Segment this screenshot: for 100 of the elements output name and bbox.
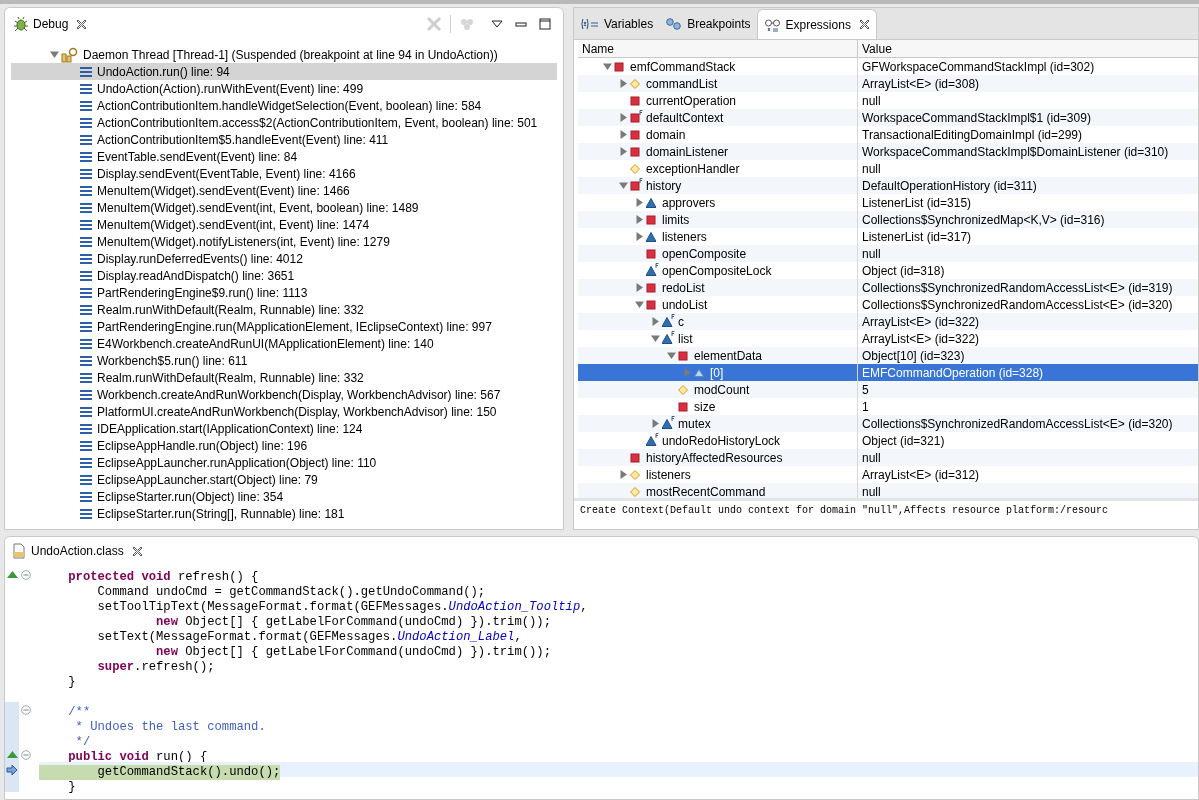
dots-icon[interactable] <box>459 16 475 32</box>
stack-frame[interactable]: PlatformUI.createAndRunWorkbench(Display, WorkbenchAdvisor) line: 150 <box>11 403 557 420</box>
collapse-arrow-icon[interactable] <box>49 50 59 59</box>
expand-arrow-icon[interactable] <box>634 215 644 224</box>
breakpoints-icon <box>665 18 684 30</box>
stack-frame-icon <box>79 82 93 95</box>
stack-frame-icon <box>79 371 93 384</box>
variable-row[interactable]: domainListener WorkspaceCommandStackImpl$DomainListener (id=310) <box>578 143 1198 160</box>
variables-icon <box>580 18 600 30</box>
variable-row[interactable]: historyAffectedResources null <box>578 449 1198 466</box>
expand-arrow-icon[interactable] <box>634 232 644 241</box>
expand-arrow-icon[interactable] <box>618 130 628 139</box>
stack-frame-icon <box>79 269 93 282</box>
code-line: new Object[] { getLabelForCommand(undoCmd) }).trim()); <box>155 615 551 630</box>
variable-row[interactable]: openComposite null <box>578 245 1198 262</box>
stack-frame[interactable]: PartRenderingEngine$9.run() line: 1113 <box>11 284 557 301</box>
stack-frame[interactable]: ActionContributionItem.handleWidgetSelection(Event, boolean) line: 584 <box>11 97 557 114</box>
view-tab[interactable]: Expressions <box>756 9 877 39</box>
variable-row[interactable]: [0] EMFCommandOperation (id=328) <box>578 364 1198 381</box>
thread-icon <box>61 46 79 63</box>
stack-frame-icon <box>79 337 93 350</box>
stack-frame[interactable]: ActionContributionItem$5.handleEvent(Event) line: 411 <box>11 131 557 148</box>
code-line: super.refresh(); <box>96 660 215 675</box>
stack-frame[interactable]: Display.sendEvent(EventTable, Event) line: 4166 <box>11 165 557 182</box>
stack-frame-icon <box>79 490 93 503</box>
code-line: new Object[] { getLabelForCommand(undoCmd) }).trim()); <box>155 645 551 660</box>
code-line: setText(MessageFormat.format(GEFMessages.UndoAction_Label, <box>96 630 522 645</box>
stack-frame[interactable]: Workbench.createAndRunWorkbench(Display, WorkbenchAdvisor) line: 567 <box>11 386 557 403</box>
stack-frame-icon <box>79 388 93 401</box>
stack-frame[interactable]: MenuItem(Widget).sendEvent(int, Event) line: 1474 <box>11 216 557 233</box>
stack-frame[interactable]: ActionContributionItem.access$2(ActionContributionItem, Event, boolean) line: 501 <box>11 114 557 131</box>
column-header[interactable]: Value <box>858 40 1198 57</box>
stack-frame-icon <box>79 235 93 248</box>
stack-frame[interactable]: EclipseAppLauncher.start(Object) line: 79 <box>11 471 557 488</box>
expand-arrow-icon[interactable] <box>650 419 660 428</box>
code-line: } <box>67 780 76 795</box>
view-tab[interactable]: Variables <box>574 9 660 39</box>
stack-frame[interactable]: UndoAction(Action).runWithEvent(Event) line: 499 <box>11 80 557 97</box>
collapse-arrow-icon[interactable] <box>602 62 612 71</box>
variable-row[interactable]: elementData Object[10] (id=323) <box>578 347 1198 364</box>
collapse-arrow-icon[interactable] <box>666 351 676 360</box>
stack-frame[interactable]: EclipseStarter.run(String[], Runnable) line: 181 <box>11 505 557 522</box>
fold-icon[interactable] <box>21 569 31 580</box>
stack-frame[interactable]: Display.runDeferredEvents() line: 4012 <box>11 250 557 267</box>
fold-icon[interactable] <box>21 704 31 715</box>
view-menu-icon[interactable] <box>491 20 503 28</box>
stack-frame-icon <box>79 252 93 265</box>
close-icon[interactable] <box>858 19 870 30</box>
variable-row[interactable]: commandList ArrayList<E> (id=308) <box>578 75 1198 92</box>
variable-row[interactable]: mutex Collections$SynchronizedRandomAccessList<E> (id=320) <box>578 415 1198 432</box>
stack-frame[interactable]: EclipseAppHandle.run(Object) line: 196 <box>11 437 557 454</box>
stack-frame[interactable]: EclipseStarter.run(Object) line: 354 <box>11 488 557 505</box>
maximize-icon[interactable] <box>539 18 551 30</box>
close-icon[interactable] <box>131 545 143 557</box>
variable-row[interactable]: c ArrayList<E> (id=322) <box>578 313 1198 330</box>
detail-pane[interactable]: Create Context(Default undo context for domain "null",Affects resource platform:/resourc <box>574 501 1198 529</box>
expand-arrow-icon[interactable] <box>634 283 644 292</box>
stack-frame[interactable]: MenuItem(Widget).sendEvent(int, Event, boolean) line: 1489 <box>11 199 557 216</box>
stack-frame[interactable]: Realm.runWithDefault(Realm, Runnable) line: 332 <box>11 369 557 386</box>
variable-row[interactable]: defaultContext WorkspaceCommandStackImpl$1 (id=309) <box>578 109 1198 126</box>
code-line: * Undoes the last command. <box>74 720 266 735</box>
variable-row[interactable]: history DefaultOperationHistory (id=311) <box>578 177 1198 194</box>
expand-arrow-icon[interactable] <box>618 113 628 122</box>
close-icon[interactable] <box>76 18 88 30</box>
stack-frame[interactable]: MenuItem(Widget).sendEvent(Event) line: 1466 <box>11 182 557 199</box>
expand-arrow-icon[interactable] <box>634 198 644 207</box>
collapse-arrow-icon[interactable] <box>650 334 660 343</box>
variable-row[interactable]: mostRecentCommand null <box>578 483 1198 498</box>
collapse-arrow-icon[interactable] <box>618 181 628 190</box>
code-line: /** <box>67 705 91 720</box>
expand-arrow-icon[interactable] <box>618 470 628 479</box>
variable-row[interactable]: limits Collections$SynchronizedMap<K,V> (id=316) <box>578 211 1198 228</box>
stack-frame[interactable]: UndoAction.run() line: 94 <box>11 63 557 80</box>
expand-arrow-icon[interactable] <box>618 79 628 88</box>
stack-frame[interactable]: E4Workbench.createAndRunUI(MApplicationElement) line: 140 <box>11 335 557 352</box>
code-line: Command undoCmd = getCommandStack().getUndoCommand(); <box>96 585 486 600</box>
stack-frame[interactable]: IDEApplication.start(IApplicationContext) line: 124 <box>11 420 557 437</box>
stack-frame-icon <box>79 507 93 520</box>
variable-row[interactable]: redoList Collections$SynchronizedRandomAccessList<E> (id=319) <box>578 279 1198 296</box>
stack-frame[interactable]: MenuItem(Widget).notifyListeners(int, Event) line: 1279 <box>11 233 557 250</box>
stack-frame-icon <box>79 133 93 146</box>
code-line: setToolTipText(MessageFormat.format(GEFMessages.UndoAction_Tooltip, <box>96 600 588 615</box>
stack-frame-icon <box>79 320 93 333</box>
expand-arrow-icon[interactable] <box>650 317 660 326</box>
thread-label[interactable]: Daemon Thread [Thread-1] (Suspended (breakpoint at line 94 in UndoAction)) <box>83 45 498 64</box>
column-header[interactable]: Name <box>578 40 858 57</box>
fold-icon[interactable] <box>21 749 31 760</box>
view-tab[interactable]: Breakpoints <box>659 9 757 39</box>
stack-frame-icon <box>79 286 93 299</box>
stack-frame[interactable]: EventTable.sendEvent(Event) line: 84 <box>11 148 557 165</box>
variable-row[interactable]: modCount 5 <box>578 381 1198 398</box>
stack-frame-icon <box>79 65 93 78</box>
stack-frame[interactable]: Realm.runWithDefault(Realm, Runnable) line: 332 <box>11 301 557 318</box>
expand-arrow-icon[interactable] <box>618 147 628 156</box>
stack-frame[interactable]: PartRenderingEngine.run(MApplicationElement, IEclipseContext) line: 997 <box>11 318 557 335</box>
stack-frame[interactable]: Display.readAndDispatch() line: 3651 <box>11 267 557 284</box>
stack-frame[interactable]: Workbench$5.run() line: 611 <box>11 352 557 369</box>
bug-icon <box>13 16 29 32</box>
collapse-arrow-icon[interactable] <box>634 300 644 309</box>
stack-frame[interactable]: EclipseAppLauncher.runApplication(Object) line: 110 <box>11 454 557 471</box>
